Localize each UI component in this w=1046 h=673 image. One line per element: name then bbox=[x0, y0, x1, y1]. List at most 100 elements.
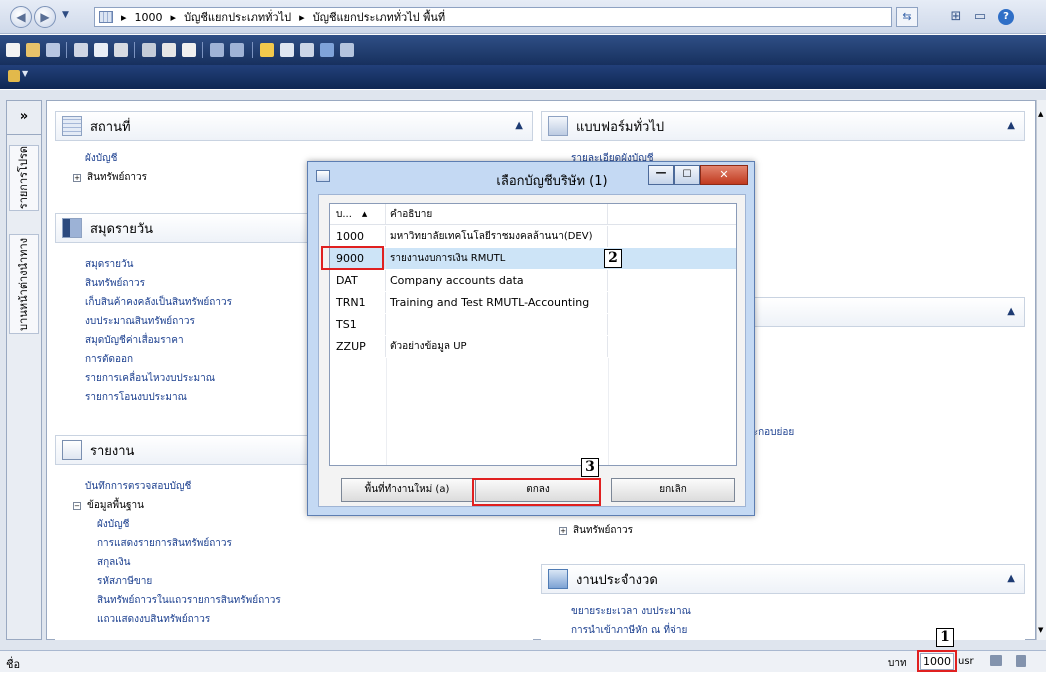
breadcrumb[interactable]: ▸ 1000 ▸ บัญชีแยกประเภททั่วไป ▸ บัญชีแยก… bbox=[94, 7, 892, 27]
panel-title: สมุดรายวัน bbox=[90, 221, 154, 237]
minimize-button[interactable]: — bbox=[648, 165, 674, 185]
chevron-up-icon[interactable]: ▲ bbox=[1007, 306, 1015, 317]
column-header-code[interactable]: บ... ▲ bbox=[330, 204, 386, 224]
breadcrumb-item-gl[interactable]: บัญชีแยกประเภททั่วไป bbox=[184, 8, 291, 26]
table-row[interactable]: 1000 มหาวิทยาลัยเทคโนโลยีราชมงคลล้านนา(DE… bbox=[330, 226, 736, 247]
save-icon[interactable] bbox=[46, 43, 60, 57]
link-report-chart-of-accounts[interactable]: ผังบัญชี bbox=[85, 517, 533, 536]
history-dropdown-icon[interactable]: ▼ bbox=[62, 10, 69, 20]
tree-item-fixed-assets-right[interactable]: + สินทรัพย์ถาวร bbox=[559, 523, 633, 542]
find-icon[interactable] bbox=[210, 43, 224, 57]
column-header-description[interactable]: คำอธิบาย bbox=[386, 204, 608, 224]
places-icon bbox=[62, 116, 82, 136]
link-fixed-assets-in-rows[interactable]: สินทรัพย์ถาวรในแถวรายการสินทรัพย์ถาวร bbox=[85, 593, 533, 612]
expand-icon[interactable]: + bbox=[559, 527, 567, 535]
open-icon[interactable] bbox=[26, 43, 40, 57]
expand-navigation-button[interactable]: » bbox=[7, 101, 41, 135]
panel-title: แบบฟอร์มทั่วไป bbox=[576, 119, 665, 135]
row-code: DAT bbox=[330, 270, 386, 291]
status-session-icon[interactable] bbox=[1016, 655, 1026, 667]
alert-icon[interactable] bbox=[260, 43, 274, 57]
toolbar-separator bbox=[252, 42, 253, 58]
status-bar: ชื่อ บาท 1000 usr bbox=[0, 650, 1046, 672]
select-company-dialog: เลือกบัญชีบริษัท (1) — ☐ ✕ บ... ▲ คำอธิบา… bbox=[307, 161, 755, 516]
address-bar: ◀ ▶ ▼ ▸ 1000 ▸ บัญชีแยกประเภททั่วไป ▸ บั… bbox=[0, 0, 1046, 34]
status-user[interactable]: usr bbox=[958, 656, 974, 667]
record-info-icon[interactable] bbox=[300, 43, 314, 57]
copy-icon[interactable] bbox=[162, 43, 176, 57]
row-description: Training and Test RMUTL-Accounting bbox=[386, 292, 608, 313]
table-row[interactable]: TS1 bbox=[330, 314, 736, 335]
chevron-up-icon[interactable]: ▲ bbox=[515, 120, 523, 131]
filter-icon[interactable] bbox=[230, 43, 244, 57]
highlight-row-9000 bbox=[321, 246, 384, 270]
windows-icon[interactable]: ⊞ bbox=[948, 9, 964, 25]
table-row[interactable]: DAT Company accounts data bbox=[330, 270, 736, 291]
toolbar-separator bbox=[202, 42, 203, 58]
status-name-label: ชื่อ bbox=[6, 658, 21, 671]
print-icon[interactable] bbox=[74, 43, 88, 57]
user-menu-icon[interactable] bbox=[8, 70, 20, 82]
link-fixed-asset-listing[interactable]: การแสดงรายการสินทรัพย์ถาวร bbox=[85, 536, 533, 555]
back-icon[interactable]: ◀ bbox=[10, 6, 32, 28]
calendar-icon[interactable] bbox=[340, 43, 354, 57]
grid-column-line bbox=[386, 358, 387, 465]
scroll-down-icon[interactable]: ▼ bbox=[1038, 626, 1043, 634]
breadcrumb-sep-icon: ▸ bbox=[299, 10, 305, 24]
email-icon[interactable] bbox=[114, 43, 128, 57]
breadcrumb-item-company[interactable]: 1000 bbox=[135, 11, 163, 24]
refresh-icon[interactable]: ⇆ bbox=[896, 7, 918, 27]
tab-navigation-pane[interactable]: บานหน้าต่างนำทาง bbox=[9, 234, 39, 334]
dropdown-arrow-icon[interactable]: ▼ bbox=[22, 69, 28, 78]
link-sales-tax-code[interactable]: รหัสภาษีขาย bbox=[85, 574, 533, 593]
scroll-up-icon[interactable]: ▲ bbox=[1038, 110, 1043, 118]
help-icon[interactable]: ? bbox=[998, 9, 1014, 25]
link-withholding-tax-import[interactable]: การนำเข้าภาษีหัก ณ ที่จ่าย bbox=[571, 623, 1025, 642]
callout-1: 1 bbox=[936, 628, 954, 647]
expand-icon[interactable]: + bbox=[73, 174, 81, 182]
new-icon[interactable] bbox=[6, 43, 20, 57]
status-notification-icon[interactable] bbox=[990, 655, 1002, 666]
toolbar-separator bbox=[66, 42, 67, 58]
report-chart-icon bbox=[62, 440, 82, 460]
panel-title: งานประจำงวด bbox=[576, 572, 658, 588]
paste-icon[interactable] bbox=[182, 43, 196, 57]
report-icon[interactable] bbox=[320, 43, 334, 57]
row-code: 1000 bbox=[330, 226, 386, 247]
link-fixed-asset-statement-rows[interactable]: แถวแสดงงบสินทรัพย์ถาวร bbox=[85, 612, 533, 631]
cut-icon[interactable] bbox=[142, 43, 156, 57]
table-row[interactable]: ZZUP ตัวอย่างข้อมูล UP bbox=[330, 336, 736, 357]
breadcrumb-item-gl-area[interactable]: บัญชีแยกประเภททั่วไป พื้นที่ bbox=[313, 8, 446, 26]
highlight-company-status bbox=[917, 650, 957, 672]
chevron-up-icon[interactable]: ▲ bbox=[1007, 573, 1015, 584]
collapse-icon[interactable]: − bbox=[73, 502, 81, 510]
status-currency[interactable]: บาท bbox=[888, 656, 907, 671]
print-preview-icon[interactable] bbox=[94, 43, 108, 57]
forward-icon[interactable]: ▶ bbox=[34, 6, 56, 28]
view-icon[interactable]: ▭ bbox=[972, 9, 988, 25]
link-currency[interactable]: สกุลเงิน bbox=[85, 555, 533, 574]
cancel-button[interactable]: ยกเลิก bbox=[611, 478, 735, 502]
breadcrumb-sep-icon: ▸ bbox=[121, 10, 127, 24]
row-code: TS1 bbox=[330, 314, 386, 335]
table-row-selected[interactable]: 9000 รายงานงบการเงิน RMUTL bbox=[330, 248, 736, 269]
document-icon[interactable] bbox=[280, 43, 294, 57]
periodic-header[interactable]: งานประจำงวด ▲ bbox=[541, 564, 1025, 594]
forms-header[interactable]: แบบฟอร์มทั่วไป ▲ bbox=[541, 111, 1025, 141]
toolbar-separator bbox=[134, 42, 135, 58]
new-workspace-button[interactable]: พื้นที่ทำงานใหม่ (a) bbox=[341, 478, 473, 502]
tab-favorites[interactable]: รายการโปรด bbox=[9, 145, 39, 211]
dialog-body: บ... ▲ คำอธิบาย 1000 มหาวิทยาลัยเทคโนโลยีร… bbox=[318, 194, 746, 507]
company-grid[interactable]: บ... ▲ คำอธิบาย 1000 มหาวิทยาลัยเทคโนโลยีร… bbox=[329, 203, 737, 466]
table-row[interactable]: TRN1 Training and Test RMUTL-Accounting bbox=[330, 292, 736, 313]
row-description: รายงานงบการเงิน RMUTL bbox=[386, 248, 608, 269]
row-code: ZZUP bbox=[330, 336, 386, 357]
vertical-scrollbar[interactable]: ▲ ▼ bbox=[1036, 100, 1046, 640]
grid-column-line bbox=[608, 358, 609, 465]
chevron-up-icon[interactable]: ▲ bbox=[1007, 120, 1015, 131]
row-description: Company accounts data bbox=[386, 270, 608, 291]
close-button[interactable]: ✕ bbox=[700, 165, 748, 185]
maximize-button[interactable]: ☐ bbox=[674, 165, 700, 185]
places-header[interactable]: สถานที่ ▲ bbox=[55, 111, 533, 141]
link-budget-period-extend[interactable]: ขยายระยะเวลา งบประมาณ bbox=[571, 604, 1025, 623]
